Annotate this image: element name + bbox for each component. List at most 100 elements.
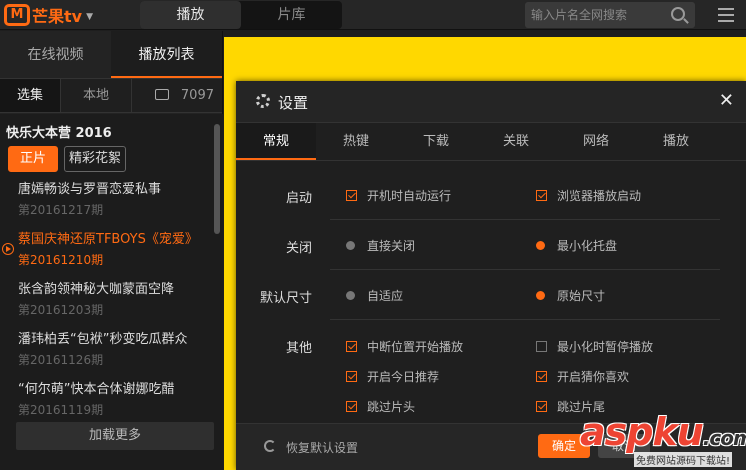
option-browser-launch[interactable]: 浏览器播放启动: [536, 187, 641, 204]
list-item[interactable]: “何尔萌”快本合体谢娜吃醋 第20161119期: [18, 378, 213, 418]
dialog-title: 设置: [278, 94, 309, 112]
chevron-down-icon[interactable]: ▼: [86, 12, 93, 22]
tab-hotkeys[interactable]: 热键: [316, 123, 396, 160]
search-box: [525, 2, 695, 28]
checkbox-icon[interactable]: [346, 371, 357, 382]
list-item[interactable]: 张含韵领神秘大咖蒙面空降 第20161203期: [18, 278, 213, 318]
tab-network[interactable]: 网络: [556, 123, 636, 160]
checkbox-icon[interactable]: [346, 401, 357, 412]
tab-general[interactable]: 常规: [236, 123, 316, 160]
option-label: 自适应: [367, 289, 404, 303]
radio-icon[interactable]: [346, 291, 355, 300]
tab-library[interactable]: 片库: [241, 1, 342, 29]
option-resume-playback[interactable]: 中断位置开始播放: [346, 338, 463, 355]
tab-playback[interactable]: 播放: [636, 123, 716, 160]
gear-icon: [256, 94, 270, 108]
checkbox-icon[interactable]: [536, 341, 547, 352]
row-label: 默认尺寸: [259, 291, 312, 306]
list-item-active[interactable]: 蔡国庆神还原TFBOYS《宠爱》 第20161210期: [2, 228, 213, 268]
row-label: 启动: [285, 191, 312, 206]
checkbox-icon[interactable]: [346, 341, 357, 352]
load-more-button[interactable]: 加载更多: [16, 422, 214, 450]
radio-icon-selected[interactable]: [536, 241, 545, 250]
logo-text: 芒果tv: [32, 7, 83, 26]
option-skip-intro[interactable]: 跳过片头: [346, 398, 415, 415]
refresh-icon[interactable]: [264, 440, 276, 452]
radio-icon[interactable]: [346, 241, 355, 250]
radio-icon-selected[interactable]: [536, 291, 545, 300]
row-label: 其他: [285, 341, 312, 356]
list-item[interactable]: 唐嫣畅谈与罗晋恋爱私事 第20161217期: [18, 178, 213, 218]
option-label: 开机时自动运行: [367, 189, 452, 203]
option-label: 开启猜你喜欢: [557, 370, 630, 384]
logo-mark: M: [4, 4, 30, 26]
checkbox-icon[interactable]: [536, 190, 547, 201]
tab-playlist[interactable]: 播放列表: [111, 31, 222, 78]
show-title: 快乐大本营 2016: [6, 126, 112, 141]
subtab-episodes[interactable]: 选集: [0, 79, 60, 112]
option-label: 直接关闭: [367, 239, 416, 253]
option-label: 原始尺寸: [557, 289, 606, 303]
comment-icon: [154, 89, 169, 100]
option-label: 最小化托盘: [557, 239, 618, 253]
search-input[interactable]: [531, 6, 661, 24]
option-autostart[interactable]: 开机时自动运行: [346, 187, 451, 204]
option-original-size[interactable]: 原始尺寸: [536, 287, 605, 304]
divider: [330, 269, 720, 270]
tab-play[interactable]: 播放: [140, 1, 241, 29]
watermark: aspku.com 免费网站源码下载站!: [578, 410, 746, 470]
episode-period: 第20161126期: [18, 353, 104, 367]
sidebar-subtabs: 选集 本地 7097: [0, 79, 222, 113]
divider: [330, 219, 720, 220]
row-label: 关闭: [285, 241, 312, 256]
checkbox-icon[interactable]: [536, 401, 547, 412]
settings-tabs: 常规 热键 下载 关联 网络 播放: [236, 123, 746, 161]
checkbox-icon[interactable]: [346, 190, 357, 201]
app-logo[interactable]: M 芒果tv ▼: [4, 3, 93, 27]
episode-name: 蔡国庆神还原TFBOYS《宠爱》: [18, 232, 198, 247]
option-close-direct[interactable]: 直接关闭: [346, 237, 415, 254]
watermark-logo: aspku.com: [580, 410, 746, 454]
dialog-header: 设置 ✕: [236, 81, 746, 123]
episode-name: 潘玮柏丢“包袱”秒变吃瓜群众: [18, 332, 188, 347]
chip-highlights[interactable]: 精彩花絮: [64, 146, 126, 172]
option-label: 最小化时暂停播放: [557, 340, 654, 354]
episode-name: 张含韵领神秘大咖蒙面空降: [18, 282, 175, 297]
option-guess-you-like[interactable]: 开启猜你喜欢: [536, 368, 629, 385]
sidebar: 在线视频 播放列表 选集 本地 7097 快乐大本营 2016 正片 精彩花絮 …: [0, 31, 223, 470]
play-icon: [2, 243, 14, 255]
episode-list: 快乐大本营 2016 正片 精彩花絮 唐嫣畅谈与罗晋恋爱私事 第20161217…: [0, 114, 223, 470]
episode-name: “何尔萌”快本合体谢娜吃醋: [18, 382, 175, 397]
episode-period: 第20161119期: [18, 403, 104, 417]
episode-period: 第20161217期: [18, 203, 104, 217]
main-tabs: 播放 片库: [140, 1, 342, 29]
list-scrollbar[interactable]: [214, 124, 220, 234]
subtab-local[interactable]: 本地: [60, 79, 132, 112]
option-adaptive[interactable]: 自适应: [346, 287, 403, 304]
subtab-comments[interactable]: 7097: [132, 79, 222, 112]
watermark-tagline: 免费网站源码下载站!: [634, 452, 733, 467]
episode-period: 第20161203期: [18, 303, 104, 317]
list-item[interactable]: 潘玮柏丢“包袱”秒变吃瓜群众 第20161126期: [18, 328, 213, 368]
chip-full-episode[interactable]: 正片: [8, 146, 58, 172]
episode-name: 唐嫣畅谈与罗晋恋爱私事: [18, 182, 162, 197]
option-today-recommend[interactable]: 开启今日推荐: [346, 368, 439, 385]
option-label: 浏览器播放启动: [557, 189, 642, 203]
divider: [330, 319, 720, 320]
search-icon[interactable]: [671, 7, 685, 21]
checkbox-icon[interactable]: [536, 371, 547, 382]
option-minimize-tray[interactable]: 最小化托盘: [536, 237, 617, 254]
menu-icon[interactable]: [718, 8, 734, 26]
reset-defaults-button[interactable]: 恢复默认设置: [286, 439, 358, 456]
tab-online-video[interactable]: 在线视频: [0, 31, 111, 78]
tab-download[interactable]: 下载: [396, 123, 476, 160]
option-label: 开启今日推荐: [367, 370, 440, 384]
comment-count: 7097: [180, 88, 214, 103]
option-label: 跳过片头: [367, 400, 416, 414]
sidebar-tabs: 在线视频 播放列表: [0, 31, 222, 79]
tab-association[interactable]: 关联: [476, 123, 556, 160]
close-icon[interactable]: ✕: [719, 90, 734, 111]
top-bar: M 芒果tv ▼ 播放 片库: [0, 0, 746, 30]
option-pause-on-minimize[interactable]: 最小化时暂停播放: [536, 338, 653, 355]
option-label: 中断位置开始播放: [367, 340, 464, 354]
